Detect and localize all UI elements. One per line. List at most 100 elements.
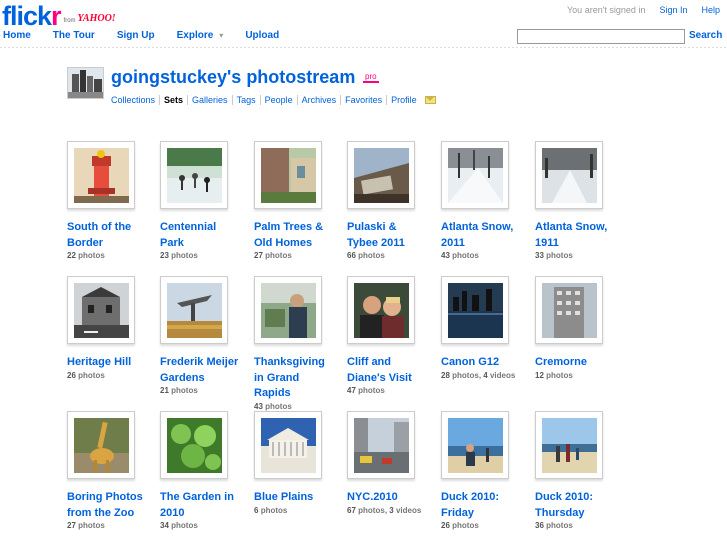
photo-count-label: photos bbox=[78, 251, 105, 260]
set-title[interactable]: South of the Border 22 photos bbox=[67, 220, 151, 261]
photo-count-label: photos bbox=[78, 370, 105, 380]
subnav-collections[interactable]: Collections bbox=[111, 95, 159, 105]
set-photo-count: 27 photos bbox=[254, 251, 338, 261]
set-photo-count: 6 photos bbox=[254, 506, 338, 516]
flickr-logo[interactable]: flickr from YAHOO! bbox=[2, 1, 116, 31]
set-title-line: Boring Photos bbox=[67, 491, 143, 503]
set-photo-count: 34 photos bbox=[160, 521, 244, 531]
photostream-subnav: Collections Sets Galleries Tags People A… bbox=[111, 95, 436, 105]
photo-count-label: photos bbox=[171, 521, 198, 530]
set-title-line: Blue Plains bbox=[254, 491, 314, 503]
set-thumbnail-image bbox=[261, 283, 316, 338]
set-thumbnail[interactable] bbox=[67, 411, 135, 479]
photo-count-label: photos bbox=[452, 370, 479, 380]
photo-count-label: photos bbox=[546, 370, 573, 380]
set-photo-count: 66 photos bbox=[347, 251, 431, 261]
photo-count-label: photos bbox=[171, 251, 198, 260]
set-title-line: Centennial bbox=[160, 221, 217, 233]
set-title[interactable]: Pulaski & Tybee 2011 66 photos bbox=[347, 220, 431, 261]
set-thumbnail[interactable] bbox=[347, 141, 415, 209]
set-thumbnail[interactable] bbox=[254, 276, 322, 344]
help-link[interactable]: Help bbox=[701, 5, 720, 15]
set-thumbnail[interactable] bbox=[535, 141, 603, 209]
set-thumbnail-image bbox=[542, 283, 597, 338]
set-photo-count: 67 photos, 3 videos bbox=[347, 505, 422, 515]
set-title-line: 2011 bbox=[441, 236, 465, 249]
subnav-tags[interactable]: Tags bbox=[231, 95, 260, 105]
set-title[interactable]: Duck 2010: Thursday 36 photos bbox=[535, 490, 619, 531]
set-title[interactable]: Atlanta Snow, 2011 43 photos bbox=[441, 220, 525, 261]
set-thumbnail[interactable] bbox=[441, 141, 509, 209]
set-thumbnail[interactable] bbox=[67, 276, 135, 344]
set-title[interactable]: Heritage Hill 26 photos bbox=[67, 355, 151, 381]
set-title[interactable]: NYC.2010 67 photos, 3 videos bbox=[347, 490, 431, 516]
set-title[interactable]: Centennial Park 23 photos bbox=[160, 220, 244, 261]
set-thumbnail-image bbox=[542, 148, 597, 203]
nav-home[interactable]: Home bbox=[3, 30, 31, 41]
set-title[interactable]: Frederik Meijer Gardens 21 photos bbox=[160, 355, 244, 396]
set-photo-count: 12 photos bbox=[535, 371, 619, 381]
set-title-line: 1911 bbox=[535, 236, 559, 249]
set-title[interactable]: Boring Photos from the Zoo 27 photos bbox=[67, 490, 151, 531]
set-title-line: Pulaski & bbox=[347, 221, 397, 233]
set-title-line: South of the bbox=[67, 221, 132, 233]
photo-count-number: 34 bbox=[160, 521, 169, 530]
subnav-sets[interactable]: Sets bbox=[159, 95, 187, 105]
set-thumbnail[interactable] bbox=[254, 141, 322, 209]
set-title[interactable]: Palm Trees & Old Homes 27 photos bbox=[254, 220, 338, 261]
search-button[interactable]: Search bbox=[689, 30, 722, 41]
set-title[interactable]: Atlanta Snow, 1911 33 photos bbox=[535, 220, 619, 261]
set-thumbnail[interactable] bbox=[535, 276, 603, 344]
nav-signup[interactable]: Sign Up bbox=[117, 30, 155, 41]
avatar[interactable] bbox=[67, 67, 104, 99]
photo-count-label: photos bbox=[452, 251, 479, 260]
pro-badge[interactable]: pro bbox=[363, 72, 379, 83]
subnav-favorites[interactable]: Favorites bbox=[340, 95, 386, 105]
set-thumbnail[interactable] bbox=[160, 411, 228, 479]
chevron-down-icon[interactable]: ▾ bbox=[219, 31, 223, 40]
photo-count-number: 43 bbox=[441, 251, 450, 260]
set-title-line: Park bbox=[160, 236, 184, 249]
search-input[interactable] bbox=[517, 29, 685, 44]
set-title-line: Gardens bbox=[160, 371, 205, 384]
header-divider bbox=[0, 47, 727, 48]
set-thumbnail[interactable] bbox=[67, 141, 135, 209]
subnav-archives[interactable]: Archives bbox=[296, 95, 341, 105]
set-thumbnail-image bbox=[354, 148, 409, 203]
nav-explore[interactable]: Explore ▾ bbox=[177, 30, 224, 41]
nav-tour[interactable]: The Tour bbox=[53, 30, 95, 41]
set-title-line: Rapids bbox=[254, 387, 291, 399]
set-thumbnail[interactable] bbox=[347, 411, 415, 479]
set-thumbnail-image bbox=[354, 283, 409, 338]
set-title[interactable]: Cremorne 12 photos bbox=[535, 355, 619, 381]
set-thumbnail[interactable] bbox=[441, 411, 509, 479]
set-title[interactable]: Cliff and Diane's Visit 47 photos bbox=[347, 355, 431, 396]
set-title[interactable]: Duck 2010: Friday 26 photos bbox=[441, 490, 525, 531]
photo-count-number: 28 bbox=[441, 370, 450, 380]
set-photo-count: 28 photos, 4 videos bbox=[441, 370, 516, 380]
set-thumbnail[interactable] bbox=[160, 276, 228, 344]
set-thumbnail[interactable] bbox=[441, 276, 509, 344]
set-title-line: NYC.2010 bbox=[347, 491, 398, 503]
set-thumbnail[interactable] bbox=[254, 411, 322, 479]
photo-count-number: 67 bbox=[347, 505, 356, 515]
logo-r-text: r bbox=[51, 1, 61, 31]
set-title-line: Diane's Visit bbox=[347, 371, 412, 384]
subnav-people[interactable]: People bbox=[259, 95, 297, 105]
photo-count-label: photos bbox=[260, 505, 288, 515]
subnav-galleries[interactable]: Galleries bbox=[187, 95, 232, 105]
set-title[interactable]: Canon G12 28 photos, 4 videos bbox=[441, 355, 525, 381]
set-thumbnail[interactable] bbox=[347, 276, 415, 344]
set-title[interactable]: Thanksgiving in Grand Rapids 43 photos bbox=[254, 355, 338, 412]
mail-icon[interactable] bbox=[424, 96, 436, 104]
set-thumbnail[interactable] bbox=[160, 141, 228, 209]
nav-upload[interactable]: Upload bbox=[245, 30, 279, 41]
set-title[interactable]: Blue Plains 6 photos bbox=[254, 490, 338, 516]
subnav-profile[interactable]: Profile bbox=[386, 95, 421, 105]
sign-in-link[interactable]: Sign In bbox=[659, 5, 687, 15]
set-title-line: Atlanta Snow, bbox=[441, 221, 514, 233]
set-title[interactable]: The Garden in 2010 34 photos bbox=[160, 490, 244, 531]
photo-count-number: 33 bbox=[535, 251, 544, 260]
set-title-line: Friday bbox=[441, 506, 475, 519]
set-thumbnail[interactable] bbox=[535, 411, 603, 479]
